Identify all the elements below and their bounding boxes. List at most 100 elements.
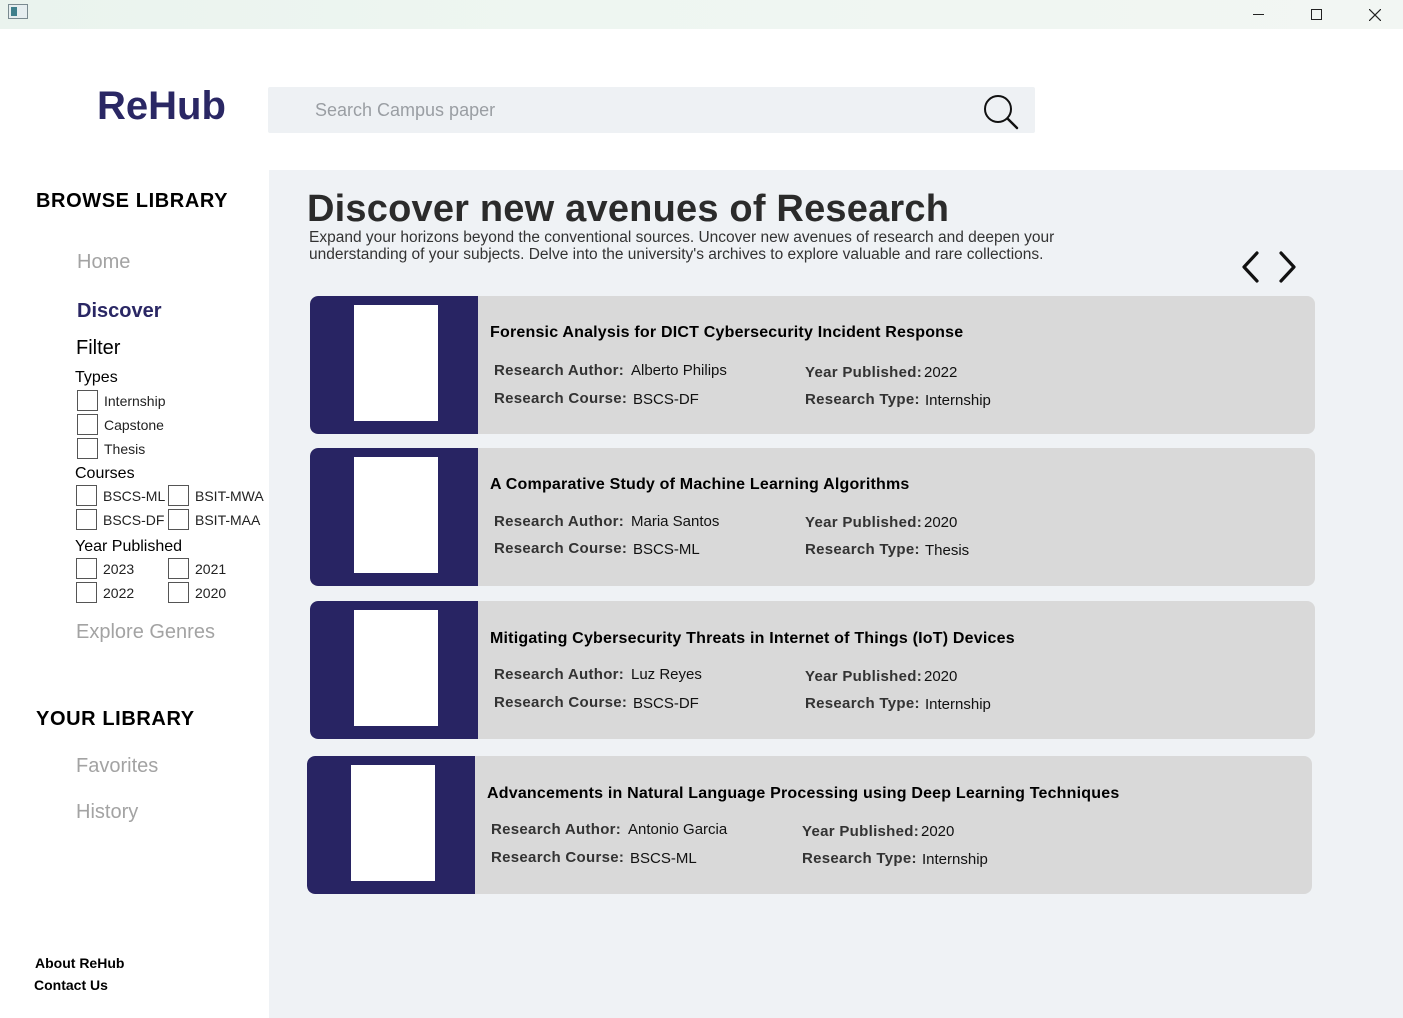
author-value: Maria Santos [631, 513, 720, 530]
paper-card[interactable]: Mitigating Cybersecurity Threats in Inte… [310, 601, 1315, 739]
sidebar-item-favorites[interactable]: Favorites [76, 755, 158, 778]
year-label: Year Published: [805, 364, 923, 381]
checkbox-type-capstone[interactable]: Capstone [77, 414, 164, 435]
paper-title: A Comparative Study of Machine Learning … [490, 476, 910, 493]
course-value: BSCS-DF [633, 391, 699, 408]
paper-preview-image [354, 305, 438, 421]
carousel-nav [1237, 248, 1301, 286]
course-label: Research Course: [494, 694, 628, 711]
author-value: Antonio Garcia [628, 821, 728, 838]
paper-card[interactable]: Forensic Analysis for DICT Cybersecurity… [310, 296, 1315, 434]
year-label: Year Published: [802, 823, 920, 840]
main-content: Discover new avenues of Research Expand … [269, 170, 1403, 1018]
checkbox-box[interactable] [168, 509, 189, 530]
page-title: Discover new avenues of Research [307, 188, 950, 230]
paper-title: Advancements in Natural Language Process… [487, 785, 1120, 802]
chevron-right-icon[interactable] [1271, 248, 1301, 286]
checkbox-box[interactable] [76, 485, 97, 506]
paper-preview-image [354, 610, 438, 726]
sidebar: BROWSE LIBRARY Home Discover Filter Type… [0, 170, 268, 1018]
year-published-label: Year Published [75, 538, 183, 555]
close-button[interactable] [1352, 0, 1398, 29]
sidebar-item-discover[interactable]: Discover [77, 300, 162, 323]
type-value: Internship [925, 392, 991, 409]
sidebar-item-history[interactable]: History [76, 801, 138, 824]
paper-card[interactable]: A Comparative Study of Machine Learning … [310, 448, 1315, 586]
checkbox-box[interactable] [77, 390, 98, 411]
paper-thumbnail [307, 756, 475, 894]
paper-card[interactable]: Advancements in Natural Language Process… [307, 756, 1312, 894]
author-label: Research Author: [491, 821, 622, 838]
paper-thumbnail [310, 601, 478, 739]
window-titlebar [0, 0, 1403, 29]
about-link[interactable]: About ReHub [35, 955, 124, 971]
type-label: Research Type: [805, 541, 920, 558]
checkbox-course-bscs-df[interactable]: BSCS-DF [76, 509, 164, 530]
type-value: Thesis [925, 542, 970, 559]
course-label: Research Course: [491, 849, 625, 866]
paper-preview-image [354, 457, 438, 573]
types-label: Types [75, 369, 118, 386]
minimize-icon [1252, 14, 1264, 15]
author-label: Research Author: [494, 666, 625, 683]
checkbox-type-internship[interactable]: Internship [77, 390, 165, 411]
checkbox-box[interactable] [76, 558, 97, 579]
sidebar-item-explore-genres[interactable]: Explore Genres [76, 621, 215, 644]
browse-library-heading: BROWSE LIBRARY [36, 190, 229, 212]
app-logo: ReHub [97, 84, 226, 128]
type-label: Research Type: [805, 695, 920, 712]
type-label: Research Type: [805, 391, 920, 408]
contact-link[interactable]: Contact Us [34, 977, 108, 993]
type-value: Internship [925, 696, 991, 713]
checkbox-course-bscs-ml[interactable]: BSCS-ML [76, 485, 165, 506]
checkbox-year-2022[interactable]: 2022 [76, 582, 134, 603]
sidebar-item-home[interactable]: Home [77, 251, 130, 274]
filter-heading: Filter [76, 337, 121, 359]
type-value: Internship [922, 851, 988, 868]
search-bar [268, 87, 1035, 133]
paper-title: Forensic Analysis for DICT Cybersecurity… [490, 324, 964, 341]
checkbox-box[interactable] [76, 509, 97, 530]
checkbox-course-bsit-mwa[interactable]: BSIT-MWA [168, 485, 264, 506]
author-label: Research Author: [494, 513, 625, 530]
checkbox-box[interactable] [76, 582, 97, 603]
author-value: Luz Reyes [631, 666, 702, 683]
maximize-button[interactable] [1293, 0, 1339, 29]
courses-label: Courses [75, 465, 135, 482]
checkbox-type-thesis[interactable]: Thesis [77, 438, 145, 459]
minimize-button[interactable] [1235, 0, 1281, 29]
maximize-icon [1310, 9, 1322, 20]
author-label: Research Author: [494, 362, 625, 379]
close-icon [1369, 8, 1381, 21]
year-label: Year Published: [805, 668, 923, 685]
search-icon[interactable] [982, 93, 1020, 131]
type-label: Research Type: [802, 850, 917, 867]
course-value: BSCS-DF [633, 695, 699, 712]
year-value: 2022 [924, 364, 958, 381]
author-value: Alberto Philips [631, 362, 727, 379]
course-label: Research Course: [494, 390, 628, 407]
checkbox-box[interactable] [168, 582, 189, 603]
year-label: Year Published: [805, 514, 923, 531]
course-value: BSCS-ML [633, 541, 700, 558]
checkbox-box[interactable] [77, 438, 98, 459]
paper-thumbnail [310, 448, 478, 586]
checkbox-year-2023[interactable]: 2023 [76, 558, 134, 579]
course-value: BSCS-ML [630, 850, 697, 867]
your-library-heading: YOUR LIBRARY [36, 708, 195, 730]
year-value: 2020 [924, 514, 958, 531]
checkbox-course-bsit-maa[interactable]: BSIT-MAA [168, 509, 260, 530]
paper-preview-image [351, 765, 435, 881]
chevron-left-icon[interactable] [1237, 248, 1267, 286]
course-label: Research Course: [494, 540, 628, 557]
checkbox-year-2020[interactable]: 2020 [168, 582, 226, 603]
checkbox-box[interactable] [77, 414, 98, 435]
checkbox-year-2021[interactable]: 2021 [168, 558, 226, 579]
checkbox-box[interactable] [168, 485, 189, 506]
app-icon [8, 4, 28, 19]
checkbox-box[interactable] [168, 558, 189, 579]
paper-title: Mitigating Cybersecurity Threats in Inte… [490, 630, 1015, 647]
year-value: 2020 [921, 823, 955, 840]
search-input[interactable] [268, 87, 968, 133]
year-value: 2020 [924, 668, 958, 685]
